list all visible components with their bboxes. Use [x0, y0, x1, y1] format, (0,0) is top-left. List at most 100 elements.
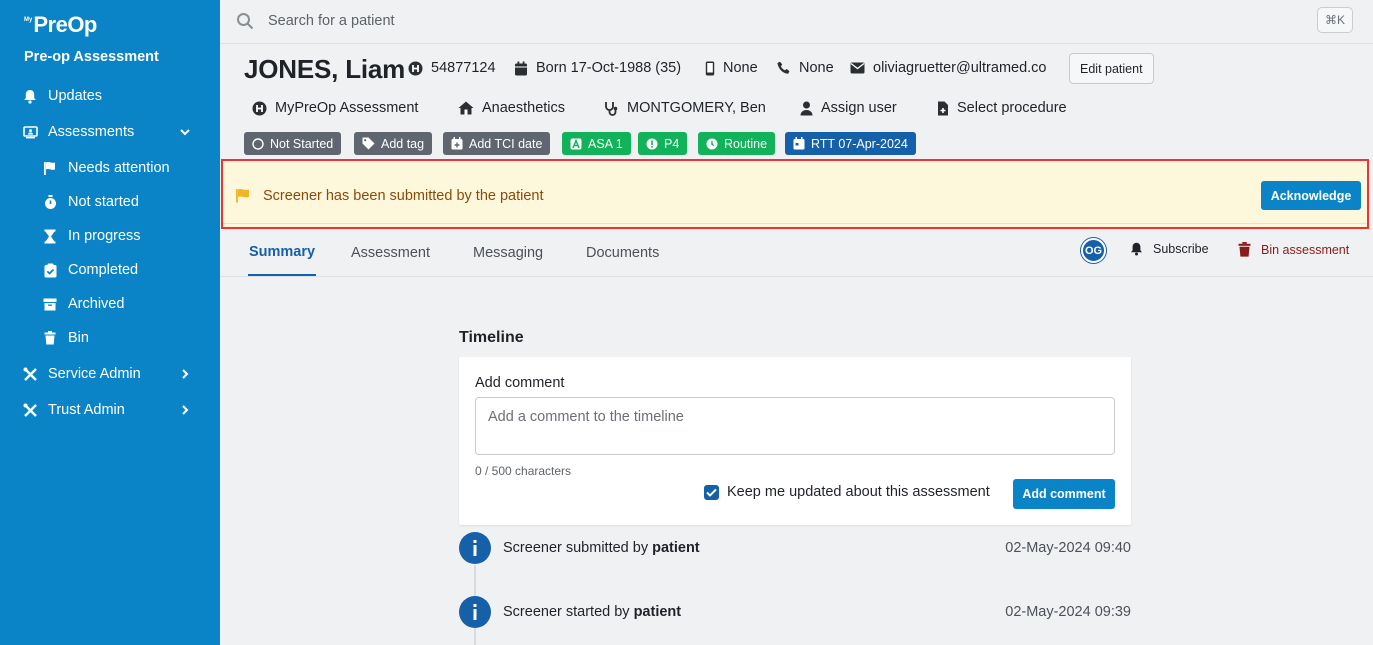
- hospital-icon: [252, 101, 267, 115]
- sidebar-item-label: Assessments: [48, 124, 135, 140]
- logo-prefix: My: [24, 17, 33, 23]
- logo[interactable]: My PreOp: [24, 12, 97, 42]
- assessment-type[interactable]: MyPreOp Assessment: [252, 100, 418, 116]
- alert-message: Screener has been submitted by the patie…: [263, 188, 544, 204]
- tab-messaging[interactable]: Messaging: [473, 230, 543, 276]
- flag-icon: [42, 160, 58, 176]
- add-comment-card: Add comment 0 / 500 characters Keep me u…: [459, 357, 1131, 525]
- hourglass-icon: [42, 228, 58, 244]
- chevron-right-icon: [178, 367, 192, 381]
- add-tag-button[interactable]: Add tag: [354, 132, 433, 155]
- keep-updated-label: Keep me updated about this assessment: [727, 484, 990, 500]
- urgency-tag[interactable]: Routine: [698, 132, 776, 155]
- hospital-number: 54877124: [408, 60, 496, 76]
- chevron-down-icon: [178, 125, 192, 139]
- sidebar-item-updates[interactable]: Updates: [0, 79, 220, 113]
- sidebar-item-label: Service Admin: [48, 366, 141, 382]
- add-tci-date-button[interactable]: Add TCI date: [443, 132, 551, 155]
- timeline-event-time: 02-May-2024 09:40: [1005, 540, 1131, 556]
- flag-icon: [235, 188, 251, 208]
- top-search-bar: ⌘K: [220, 0, 1373, 44]
- avatar[interactable]: OG: [1081, 238, 1106, 263]
- logo-main: PreOp: [33, 12, 97, 37]
- sidebar-item-needs-attention[interactable]: Needs attention: [0, 151, 220, 185]
- select-procedure[interactable]: Select procedure: [937, 100, 1067, 116]
- envelope-icon: [850, 62, 865, 74]
- acknowledge-button[interactable]: Acknowledge: [1261, 181, 1361, 210]
- calendar-icon: [793, 137, 805, 150]
- clipboard-check-icon: [42, 262, 58, 278]
- subscribe-button[interactable]: Subscribe: [1130, 242, 1209, 256]
- tab-documents[interactable]: Documents: [586, 230, 659, 276]
- sidebar-item-in-progress[interactable]: In progress: [0, 219, 220, 253]
- asa-tag[interactable]: ASA 1: [562, 132, 631, 155]
- stopwatch-icon: [42, 194, 58, 210]
- sidebar-item-label: Needs attention: [68, 160, 170, 176]
- email-address: oliviagruetter@ultramed.co: [850, 60, 1047, 76]
- bell-icon: [22, 88, 38, 104]
- sidebar-item-label: Completed: [68, 262, 139, 278]
- timeline-event-time: 02-May-2024 09:39: [1005, 604, 1131, 620]
- assign-user[interactable]: Assign user: [800, 100, 897, 116]
- checkmark-icon: [706, 488, 717, 497]
- add-comment-label: Add comment: [475, 375, 565, 391]
- phone-icon: [777, 61, 790, 74]
- keep-updated-checkbox[interactable]: [704, 485, 719, 500]
- sidebar-item-label: In progress: [68, 228, 141, 244]
- assessment-tabs: Summary Assessment Messaging Documents O…: [220, 230, 1373, 277]
- timeline-event: Screener started by patient 02-May-2024 …: [459, 596, 1131, 628]
- sidebar: My PreOp Pre-op Assessment Updates Asses…: [0, 0, 220, 645]
- tab-assessment[interactable]: Assessment: [351, 230, 430, 276]
- sidebar-item-bin[interactable]: Bin: [0, 321, 220, 355]
- user-icon: [800, 101, 813, 115]
- status-tag-not-started[interactable]: Not Started: [244, 132, 342, 155]
- archive-box-icon: [42, 296, 58, 312]
- rtt-date-tag[interactable]: RTT 07-Apr-2024: [785, 132, 916, 155]
- calendar-icon: [515, 61, 527, 75]
- letter-a-icon: [570, 137, 582, 149]
- calendar-plus-icon: [451, 137, 463, 150]
- sidebar-item-archived[interactable]: Archived: [0, 287, 220, 321]
- priority-tag[interactable]: P4: [638, 132, 688, 155]
- clinician[interactable]: MONTGOMERY, Ben: [604, 100, 766, 116]
- sidebar-item-not-started[interactable]: Not started: [0, 185, 220, 219]
- search-input[interactable]: [268, 8, 868, 34]
- screener-alert: Screener has been submitted by the patie…: [221, 159, 1369, 229]
- patient-header: JONES, Liam 54877124 Born 17-Oct-1988 (3…: [220, 45, 1373, 158]
- sidebar-item-service-admin[interactable]: Service Admin: [0, 357, 220, 391]
- bell-icon: [1131, 242, 1142, 256]
- tools-icon: [22, 402, 38, 418]
- sidebar-item-label: Updates: [48, 88, 103, 104]
- edit-patient-button[interactable]: Edit patient: [1069, 53, 1154, 84]
- hospital-icon: [408, 61, 423, 75]
- add-comment-button[interactable]: Add comment: [1013, 479, 1115, 509]
- sidebar-item-label: Not started: [68, 194, 139, 210]
- alert-body: Screener has been submitted by the patie…: [223, 164, 1367, 224]
- search-icon: [236, 12, 254, 35]
- sidebar-item-completed[interactable]: Completed: [0, 253, 220, 287]
- exclamation-circle-icon: [646, 138, 658, 149]
- sidebar-item-trust-admin[interactable]: Trust Admin: [0, 393, 220, 427]
- sidebar-item-assessments[interactable]: Assessments: [0, 115, 220, 149]
- keyboard-shortcut-badge: ⌘K: [1317, 7, 1353, 33]
- date-of-birth: Born 17-Oct-1988 (35): [514, 60, 681, 76]
- clock-icon: [706, 138, 718, 149]
- circle-outline-icon: [252, 137, 264, 150]
- timeline-event: Screener submitted by patient 02-May-202…: [459, 532, 1131, 564]
- sidebar-item-label: Bin: [68, 330, 89, 346]
- tab-summary[interactable]: Summary: [248, 230, 316, 276]
- info-icon: [459, 596, 491, 628]
- summary-content: Timeline Add comment 0 / 500 characters …: [220, 278, 1373, 645]
- file-plus-icon: [938, 101, 948, 115]
- monitor-user-icon: [22, 124, 38, 140]
- trash-icon: [42, 330, 58, 346]
- tools-icon: [22, 366, 38, 382]
- trash-icon: [1238, 242, 1251, 257]
- comment-input[interactable]: [475, 397, 1115, 455]
- timeline-event-text: Screener submitted by patient: [503, 540, 700, 556]
- mobile-phone-icon: [705, 61, 715, 75]
- specialty[interactable]: Anaesthetics: [458, 100, 565, 116]
- bin-assessment-button[interactable]: Bin assessment: [1238, 242, 1349, 257]
- chevron-right-icon: [178, 403, 192, 417]
- character-count: 0 / 500 characters: [475, 464, 572, 478]
